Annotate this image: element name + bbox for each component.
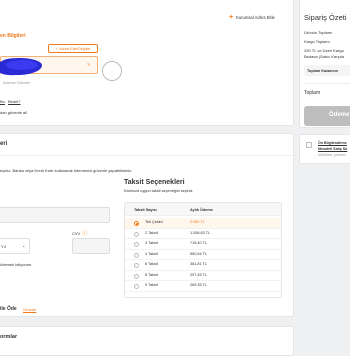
- installment-amount: 297,45 TL: [190, 272, 208, 277]
- cvv-input[interactable]: [72, 238, 110, 254]
- installments-subtitle: Kartınıza uygun taksit seçeneğini seçini…: [124, 189, 194, 193]
- cvv-label: CVV: [72, 231, 81, 236]
- info-forms-panel: [0, 326, 294, 356]
- expiry-year-value: Yıl: [1, 244, 6, 249]
- col-monthly-header: Aylık Ödeme: [190, 208, 213, 212]
- installments-table: Taksit Sayısı Aylık Ödeme Tek Çekim 2.06…: [124, 202, 282, 298]
- address-send-text: Adrese Gönder: [3, 80, 31, 85]
- earnings-badge-label: Toplam Kazancın: [307, 68, 338, 73]
- installment-amount: 550,54 TL: [190, 251, 208, 256]
- pay-with-label: ile Öde: [0, 306, 17, 312]
- plus-icon: +: [229, 14, 234, 21]
- installment-amount: 1.058,63 TL: [190, 230, 211, 235]
- installment-amount: 381,81 TL: [190, 262, 208, 266]
- installment-radio[interactable]: [134, 221, 139, 226]
- chevron-down-icon: ⌄: [22, 243, 26, 248]
- plus-icon: +: [55, 46, 58, 51]
- installment-row[interactable]: 2 Taksit 1.058,63 TL: [125, 229, 281, 239]
- installment-radio[interactable]: [134, 252, 139, 258]
- card-number-input[interactable]: [0, 207, 110, 223]
- col-count-header: Taksit Sayısı: [134, 208, 157, 212]
- change-address-label: Adresi Ekle/Değiştir: [59, 46, 91, 51]
- installment-radio[interactable]: [134, 284, 139, 289]
- edit-address-icon[interactable]: ✎: [87, 62, 90, 67]
- installment-radio[interactable]: [134, 231, 139, 237]
- installment-radio[interactable]: [134, 242, 139, 247]
- expiry-year-select[interactable]: Yıl ⌄: [0, 238, 30, 254]
- installment-amount: 719,40 TL: [190, 241, 208, 245]
- shipping-total-label: Kargo Toplamı: [304, 39, 330, 44]
- payment-section-title: eri: [0, 141, 8, 147]
- address-radio[interactable]: [102, 61, 122, 81]
- installment-row[interactable]: 8 Taksit 297,45 TL: [125, 271, 281, 281]
- redacted-address-scribble: [6, 60, 38, 70]
- installment-amount: 269,35 TL: [190, 283, 208, 287]
- installment-label: 9 Taksit: [145, 283, 158, 287]
- payment-divider: [0, 155, 292, 156]
- installment-row[interactable]: Tek Çekim 2.060 TL: [125, 218, 281, 229]
- summary-divider: [304, 83, 350, 84]
- terms-link-line1[interactable]: Ön Bilgilendirme: [318, 141, 347, 145]
- installment-row[interactable]: 9 Taksit 269,35 TL: [125, 281, 281, 292]
- terms-text-line3: Mobilizm, yinelen: [318, 153, 346, 157]
- pay-button-label: Ödeme: [329, 112, 350, 118]
- summary-title: Sipariş Özeti: [304, 13, 347, 22]
- save-card-text: ödemek istiyorum: [0, 262, 32, 267]
- installment-label: 8 Taksit: [145, 272, 158, 277]
- terms-checkbox[interactable]: [306, 142, 312, 148]
- installment-label: 3 Taksit: [145, 241, 158, 245]
- info-forms-title: ormlar: [0, 334, 18, 340]
- installment-label: 4 Taksit: [145, 251, 158, 256]
- pay-button[interactable]: Ödeme: [304, 106, 350, 126]
- installment-radio[interactable]: [134, 273, 139, 279]
- info-link-b[interactable]: Bedel?: [8, 99, 20, 104]
- installments-table-header: Taksit Sayısı Aylık Ödeme: [125, 203, 281, 216]
- installment-label: 2 Taksit: [145, 230, 158, 235]
- trust-text: dan güvenle al!: [0, 110, 28, 115]
- installment-label: Tek Çekim: [145, 220, 163, 224]
- installment-row[interactable]: 6 Taksit 381,81 TL: [125, 260, 281, 271]
- free-shipping-line2: Bedava (Satıcı Karşıla: [304, 54, 344, 59]
- address-section-title: en Bilgileri: [0, 33, 26, 39]
- payment-notice: eçiniz. Banka veya Kredi Kartı kullanara…: [0, 168, 133, 173]
- products-total-label: Ürünün Toplamı: [304, 30, 333, 35]
- installment-row[interactable]: 4 Taksit 550,54 TL: [125, 250, 281, 260]
- change-address-button[interactable]: + Adresi Ekle/Değiştir: [48, 44, 98, 53]
- pay-with-rates-link[interactable]: Oranlar: [23, 307, 36, 312]
- add-corporate-address-link[interactable]: Kurumsal Adres Ekle: [236, 15, 275, 20]
- installment-label: 6 Taksit: [145, 262, 158, 266]
- installment-row[interactable]: 3 Taksit 719,40 TL: [125, 239, 281, 250]
- cvv-info-icon[interactable]: ⓘ: [82, 229, 88, 237]
- earnings-badge: Toplam Kazancın: [304, 65, 350, 76]
- total-label: Toplam: [304, 90, 321, 96]
- installments-title: Taksit Seçenekleri: [124, 179, 185, 186]
- info-link-a[interactable]: Bu: [0, 99, 5, 104]
- installment-radio[interactable]: [134, 263, 139, 268]
- installment-amount: 2.060 TL: [190, 220, 205, 224]
- terms-link-line2[interactable]: Mesafeli Satış Sö: [318, 147, 347, 151]
- free-shipping-line1: 250 TL ve Üzeri Kargo: [304, 48, 344, 53]
